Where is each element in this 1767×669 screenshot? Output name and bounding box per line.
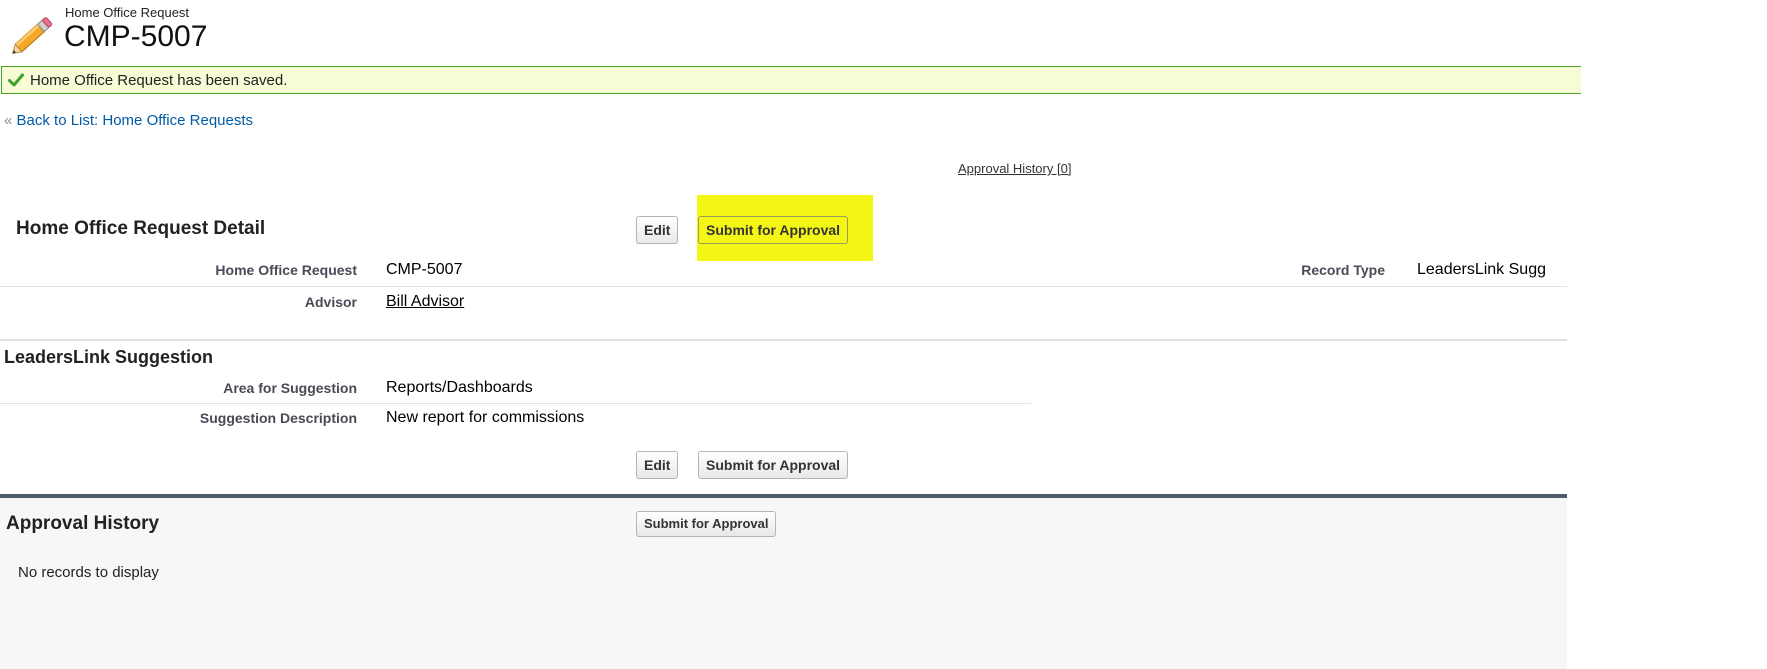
advisor-link[interactable]: Bill Advisor	[386, 293, 464, 311]
approval-history-submit-button[interactable]: Submit for Approval	[636, 511, 777, 537]
area-for-suggestion-value: Reports/Dashboards	[386, 379, 533, 396]
save-confirmation-banner: Home Office Request has been saved.	[1, 66, 1581, 94]
object-type-label: Home Office Request	[65, 5, 190, 20]
advisor-label: Advisor	[304, 294, 357, 310]
approval-history-link[interactable]: Approval History [0]	[958, 161, 1071, 176]
edit-button-bottom[interactable]: Edit	[636, 451, 679, 479]
area-for-suggestion-label: Area for Suggestion	[223, 380, 357, 396]
pencil-icon	[11, 17, 53, 55]
submit-for-approval-button[interactable]: Submit for Approval	[698, 216, 849, 244]
no-records-text: No records to display	[18, 564, 159, 581]
back-to-list-text: Back to List: Home Office Requests	[16, 112, 254, 129]
row-divider	[0, 286, 1567, 287]
back-arrow: «	[4, 112, 13, 129]
suggestion-section-title: LeadersLink Suggestion	[4, 347, 214, 367]
record-type-label: Record Type	[1301, 262, 1385, 278]
suggestion-description-label: Suggestion Description	[199, 410, 357, 426]
banner-message: Home Office Request has been saved.	[30, 72, 288, 89]
checkmark-icon	[8, 73, 24, 87]
approval-history-section	[0, 494, 1567, 669]
home-office-request-label: Home Office Request	[215, 262, 357, 278]
row-divider	[0, 403, 1031, 404]
record-type-value: LeadersLink Sugg	[1417, 261, 1546, 278]
back-to-list-link[interactable]: « Back to List: Home Office Requests	[4, 112, 253, 129]
record-name: CMP-5007	[64, 20, 208, 53]
submit-for-approval-button-bottom[interactable]: Submit for Approval	[698, 451, 849, 479]
approval-history-title: Approval History	[6, 513, 160, 534]
suggestion-description-value: New report for commissions	[386, 409, 585, 426]
section-divider	[0, 339, 1567, 341]
edit-button[interactable]: Edit	[636, 216, 679, 244]
detail-section-title: Home Office Request Detail	[16, 218, 266, 239]
home-office-request-value: CMP-5007	[386, 261, 463, 278]
